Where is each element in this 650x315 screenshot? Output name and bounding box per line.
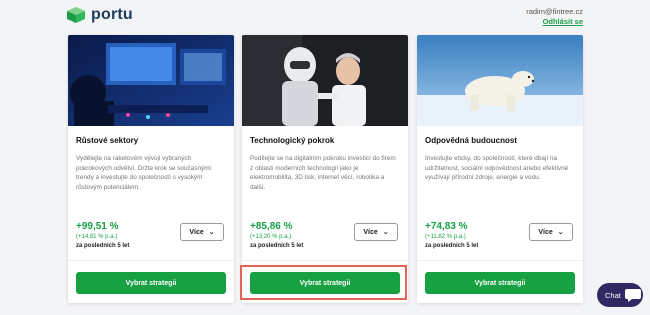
select-strategy-button[interactable]: Vybrat strategii bbox=[76, 272, 226, 294]
brand-name: portu bbox=[91, 6, 133, 23]
more-button[interactable]: Více ⌄ bbox=[529, 223, 573, 241]
card-performance: +99,51 % bbox=[76, 221, 119, 232]
more-button-label: Více bbox=[189, 228, 204, 236]
strategy-image-gaming bbox=[68, 35, 234, 126]
strategy-image-robot bbox=[242, 35, 408, 126]
card-title: Odpovědná budoucnost bbox=[425, 136, 517, 145]
card-per-annum: (+13,20 % p.a.) bbox=[250, 234, 292, 240]
chevron-down-icon: ⌄ bbox=[208, 229, 215, 236]
card-description: Vydělejte na raketovém vývoji vybraných … bbox=[76, 155, 211, 191]
card-performance: +74,83 % bbox=[425, 221, 468, 232]
card-performance: +85,86 % bbox=[250, 221, 293, 232]
strategy-image-polar-bear bbox=[417, 35, 583, 126]
divider bbox=[417, 260, 583, 261]
account-info: radim@fintree.cz Odhlásit se bbox=[526, 7, 583, 27]
portu-logo[interactable]: portu bbox=[66, 6, 133, 24]
divider bbox=[68, 260, 234, 261]
card-per-annum: (+11,82 % p.a.) bbox=[425, 234, 466, 240]
card-period: za posledních 5 let bbox=[76, 243, 130, 249]
card-period: za posledních 5 let bbox=[250, 243, 304, 249]
card-period: za posledních 5 let bbox=[425, 243, 479, 249]
more-button-label: Více bbox=[363, 228, 378, 236]
logout-link[interactable]: Odhlásit se bbox=[526, 17, 583, 27]
card-description: Investujte eticky, do společností, které… bbox=[425, 155, 569, 182]
chevron-down-icon: ⌄ bbox=[382, 229, 389, 236]
strategy-card-growth: Růstové sektory Vydělejte na raketovém v… bbox=[68, 35, 234, 303]
more-button-label: Více bbox=[538, 228, 553, 236]
divider bbox=[242, 260, 408, 261]
chat-label: Chat bbox=[605, 290, 621, 300]
chat-bubble-icon bbox=[624, 289, 641, 302]
card-title: Technologický pokrok bbox=[250, 136, 335, 145]
strategy-card-responsible: Odpovědná budoucnost Investujte eticky, … bbox=[417, 35, 583, 303]
select-strategy-button[interactable]: Vybrat strategii bbox=[425, 272, 575, 294]
user-email: radim@fintree.cz bbox=[526, 7, 583, 16]
header: portu radim@fintree.cz Odhlásit se bbox=[0, 0, 650, 34]
highlight-box bbox=[240, 265, 407, 300]
chat-widget-button[interactable]: Chat bbox=[597, 283, 643, 307]
more-button[interactable]: Více ⌄ bbox=[180, 223, 224, 241]
strategy-card-technology: Technologický pokrok Podílejte se na dig… bbox=[242, 35, 408, 303]
chevron-down-icon: ⌄ bbox=[557, 229, 564, 236]
card-description: Podílejte se na digitálním pokroku inves… bbox=[250, 155, 396, 191]
card-per-annum: (+14,81 % p.a.) bbox=[76, 234, 118, 240]
more-button[interactable]: Více ⌄ bbox=[354, 223, 398, 241]
portu-cube-icon bbox=[67, 7, 85, 23]
card-title: Růstové sektory bbox=[76, 136, 139, 145]
